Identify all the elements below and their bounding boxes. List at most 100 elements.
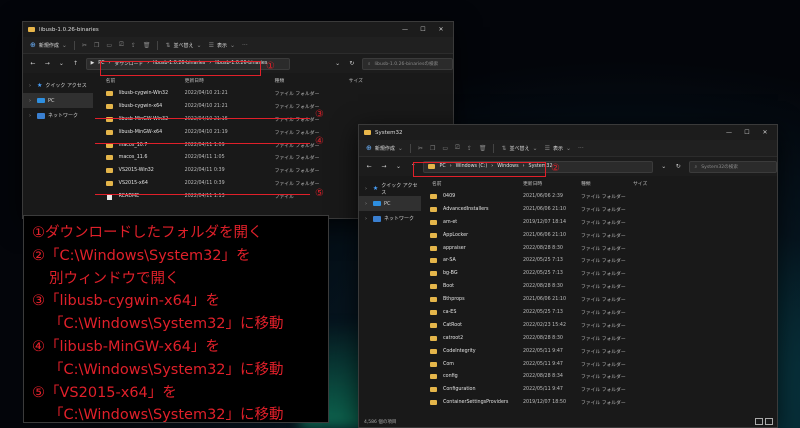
file-row[interactable]: bg-BG 2022/05/25 7:13 ファイル フォルダー bbox=[421, 267, 777, 280]
column-name[interactable]: 名前 bbox=[93, 77, 185, 84]
file-name: CodeIntegrity bbox=[443, 348, 476, 354]
chevron-right-icon: › bbox=[29, 82, 31, 89]
file-row[interactable]: AppLocker 2021/06/06 21:10 ファイル フォルダー bbox=[421, 229, 777, 242]
up-icon[interactable]: ↑ bbox=[71, 60, 79, 67]
address-dropdown-icon[interactable]: ⌄ bbox=[334, 60, 342, 67]
column-date[interactable]: 更新日時 bbox=[185, 77, 275, 84]
history-chevron-icon[interactable]: ⌄ bbox=[394, 163, 403, 170]
title-bar[interactable]: libusb-1.0.26-binaries — ☐ ✕ bbox=[23, 22, 453, 37]
file-row[interactable]: catroot2 2022/08/28 8:30 ファイル フォルダー bbox=[421, 332, 777, 345]
file-row[interactable]: appraiser 2022/08/28 8:30 ファイル フォルダー bbox=[421, 242, 777, 255]
search-input[interactable]: ⌕ System32の検索 bbox=[688, 160, 777, 173]
file-type: ファイル フォルダー bbox=[581, 336, 626, 342]
file-type: ファイル フォルダー bbox=[581, 259, 626, 265]
file-name: appraiser bbox=[443, 245, 466, 251]
paste-icon[interactable]: ▭ bbox=[442, 145, 448, 152]
marker-2: ② bbox=[551, 163, 560, 174]
instruction-step-5-cont: 「C:\Windows\System32」に移動 bbox=[49, 407, 284, 424]
rename-icon[interactable]: ⎚ bbox=[119, 41, 124, 49]
file-row[interactable]: AdvancedInstallers 2021/06/06 21:10 ファイル フ… bbox=[421, 203, 777, 216]
address-dropdown-icon[interactable]: ⌄ bbox=[659, 163, 668, 170]
file-row[interactable]: libusb-cygwin-x64 2022/04/10 21:21 ファイル フォ… bbox=[93, 100, 453, 113]
more-icon[interactable]: ··· bbox=[578, 145, 584, 152]
file-row[interactable]: 0409 2021/06/06 2:39 ファイル フォルダー bbox=[421, 190, 777, 203]
file-date: 2022/04/11 0:39 bbox=[184, 168, 225, 174]
nav-network[interactable]: › ネットワーク bbox=[359, 211, 421, 226]
details-view-icon[interactable] bbox=[755, 418, 763, 425]
history-chevron-icon[interactable]: ⌄ bbox=[57, 60, 65, 67]
nav-quick-access[interactable]: › ★ クイック アクセス bbox=[359, 181, 421, 196]
sort-icon: ⇅ bbox=[165, 41, 171, 49]
minimize-icon[interactable]: — bbox=[720, 129, 738, 136]
file-row[interactable]: Bthprops 2021/06/06 21:10 ファイル フォルダー bbox=[421, 293, 777, 306]
plus-icon: ⊕ bbox=[366, 144, 372, 152]
nav-quick-access[interactable]: › ★ クイック アクセス bbox=[23, 78, 93, 93]
share-icon[interactable]: ⇪ bbox=[467, 145, 472, 152]
file-type: ファイル フォルダー bbox=[274, 182, 320, 188]
file-row[interactable]: ca-ES 2022/05/25 7:13 ファイル フォルダー bbox=[421, 306, 777, 319]
file-date: 2019/12/07 18:50 bbox=[523, 400, 566, 406]
file-row[interactable]: ar-SA 2022/05/25 7:13 ファイル フォルダー bbox=[421, 254, 777, 267]
more-icon[interactable]: ··· bbox=[242, 42, 248, 49]
column-size[interactable]: サイズ bbox=[349, 77, 389, 84]
back-icon[interactable]: ← bbox=[365, 163, 374, 170]
column-type[interactable]: 種類 bbox=[275, 77, 349, 84]
marker-5: ⑤ bbox=[315, 188, 324, 199]
file-row[interactable]: am-et 2019/12/07 18:14 ファイル フォルダー bbox=[421, 216, 777, 229]
forward-icon[interactable]: → bbox=[43, 60, 51, 67]
file-row[interactable]: Boot 2022/08/28 8:30 ファイル フォルダー bbox=[421, 280, 777, 293]
sort-button[interactable]: ⇅ 並べ替え ⌄ bbox=[501, 145, 537, 152]
navigation-pane: › ★ クイック アクセス › PC › ネットワーク bbox=[359, 176, 421, 420]
view-button[interactable]: ☰ 表示 ⌄ bbox=[545, 145, 571, 152]
minimize-icon[interactable]: — bbox=[396, 26, 414, 33]
back-icon[interactable]: ← bbox=[29, 60, 37, 67]
column-type[interactable]: 種類 bbox=[581, 180, 633, 187]
nav-network[interactable]: › ネットワーク bbox=[23, 108, 93, 123]
file-row[interactable]: CodeIntegrity 2022/05/11 9:47 ファイル フォルダー bbox=[421, 345, 777, 358]
file-name: AdvancedInstallers bbox=[443, 206, 489, 212]
column-date[interactable]: 更新日時 bbox=[523, 180, 581, 187]
delete-icon[interactable]: 🗑 bbox=[479, 145, 487, 152]
tiles-view-icon[interactable] bbox=[765, 418, 773, 425]
cut-icon[interactable]: ✂ bbox=[418, 145, 423, 152]
file-date: 2021/06/06 2:39 bbox=[523, 193, 563, 199]
nav-pc[interactable]: › PC bbox=[23, 93, 93, 108]
maximize-icon[interactable]: ☐ bbox=[414, 26, 432, 33]
cut-icon[interactable]: ✂ bbox=[82, 42, 87, 49]
new-button[interactable]: ⊕ 新規作成 ⌄ bbox=[30, 41, 67, 49]
file-row[interactable]: Com 2022/05/11 9:47 ファイル フォルダー bbox=[421, 358, 777, 371]
copy-icon[interactable]: ❐ bbox=[430, 145, 435, 152]
instruction-step-3-cont: 「C:\Windows\System32」に移動 bbox=[49, 316, 284, 333]
chevron-right-icon: › bbox=[365, 215, 367, 222]
file-row[interactable]: CatRoot 2022/02/23 15:42 ファイル フォルダー bbox=[421, 319, 777, 332]
file-row[interactable]: config 2022/08/28 8:34 ファイル フォルダー bbox=[421, 370, 777, 383]
copy-icon[interactable]: ❐ bbox=[94, 42, 99, 49]
folder-icon bbox=[105, 103, 113, 109]
refresh-icon[interactable]: ↻ bbox=[674, 163, 683, 170]
sort-button[interactable]: ⇅ 並べ替え ⌄ bbox=[165, 42, 201, 49]
close-icon[interactable]: ✕ bbox=[432, 26, 450, 33]
delete-icon[interactable]: 🗑 bbox=[143, 42, 151, 49]
rename-icon[interactable]: ⎚ bbox=[455, 144, 460, 152]
maximize-icon[interactable]: ☐ bbox=[738, 129, 756, 136]
forward-icon[interactable]: → bbox=[380, 163, 389, 170]
view-button[interactable]: ☰ 表示 ⌄ bbox=[209, 42, 235, 49]
file-row[interactable]: Configuration 2022/05/11 9:47 ファイル フォルダー bbox=[421, 383, 777, 396]
nav-pc[interactable]: › PC bbox=[359, 196, 421, 211]
chevron-right-icon: › bbox=[29, 97, 31, 104]
file-row[interactable]: libusb-cygwin-Win32 2022/04/10 21:21 ファイル … bbox=[93, 87, 453, 100]
share-icon[interactable]: ⇪ bbox=[131, 42, 136, 49]
folder-icon bbox=[28, 27, 35, 32]
close-icon[interactable]: ✕ bbox=[756, 129, 774, 136]
refresh-icon[interactable]: ↻ bbox=[348, 60, 356, 67]
title-bar[interactable]: System32 — ☐ ✕ bbox=[359, 125, 777, 140]
column-name[interactable]: 名前 bbox=[421, 180, 523, 187]
paste-icon[interactable]: ▭ bbox=[106, 42, 112, 49]
command-bar: ⊕ 新規作成 ⌄ ✂ ❐ ▭ ⎚ ⇪ 🗑 ⇅ 並べ替え ⌄ ☰ 表示 ⌄ ··· bbox=[359, 140, 777, 157]
instruction-step-5: ⑤「VS2015-x64」を bbox=[32, 384, 177, 401]
search-input[interactable]: ⌕ libusb-1.0.26-binariesの検索 bbox=[361, 57, 453, 70]
column-size[interactable]: サイズ bbox=[633, 180, 673, 187]
file-row[interactable]: ContainerSettingsProviders 2019/12/07 18:… bbox=[421, 396, 777, 409]
new-button[interactable]: ⊕ 新規作成 ⌄ bbox=[366, 144, 403, 152]
file-type: ファイル フォルダー bbox=[581, 220, 626, 226]
